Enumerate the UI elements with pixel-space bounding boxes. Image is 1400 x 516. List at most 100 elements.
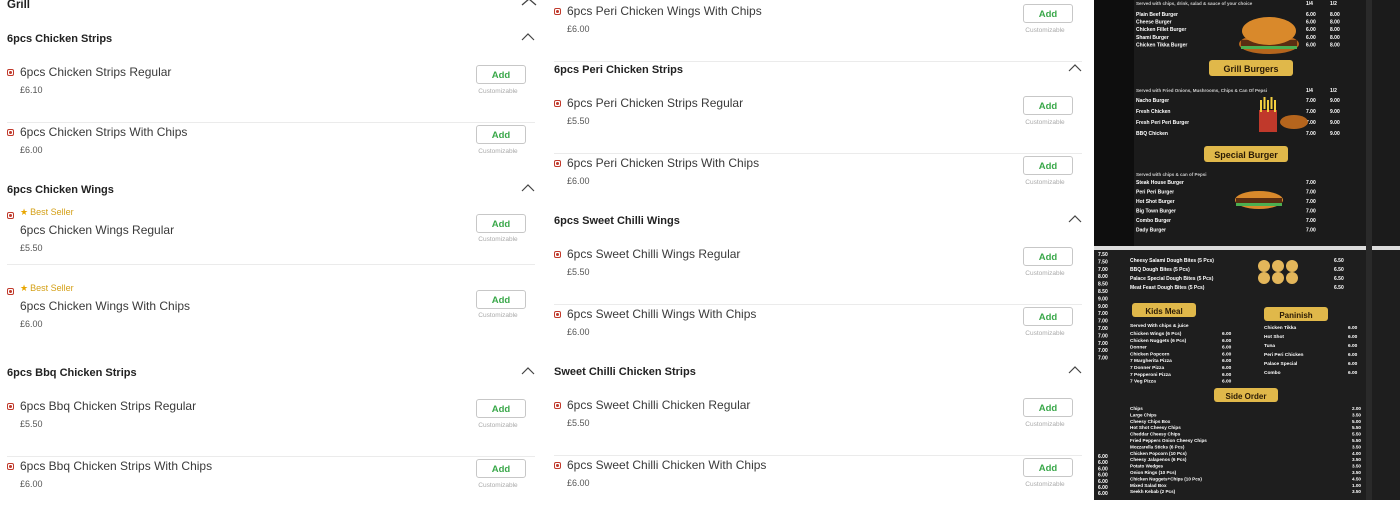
- menu-text: Hot Shot Burger: [1136, 199, 1175, 205]
- menu-text: 8.00: [1330, 42, 1340, 48]
- menu-text: 7.00: [1098, 267, 1108, 273]
- menu-text: 7.00: [1098, 319, 1108, 325]
- fries-image: [1270, 97, 1273, 109]
- menu-text: 7 Pepperoni Pizza: [1130, 372, 1171, 378]
- menu-text: Cheesy Jalapenos (6 Pcs): [1130, 457, 1187, 462]
- menu-item: 6pcs Sweet Chilli Chicken With Chips £6.0…: [554, 455, 1082, 515]
- menu-text: 7.00: [1098, 311, 1108, 317]
- add-button[interactable]: Add: [476, 125, 526, 144]
- chevron-up-icon[interactable]: [1068, 63, 1082, 72]
- dough-bites-image: [1286, 272, 1298, 284]
- customizable-label: Customizable: [478, 482, 518, 489]
- menu-text: Mixed Salad Box: [1130, 483, 1167, 488]
- section-header[interactable]: 6pcs Sweet Chilli Wings: [554, 213, 1082, 245]
- menu-text: 9.00: [1330, 98, 1340, 104]
- dough-bites-image: [1258, 272, 1270, 284]
- non-veg-indicator-icon: [7, 403, 14, 410]
- add-button[interactable]: Add: [1023, 307, 1073, 326]
- add-button[interactable]: Add: [476, 214, 526, 233]
- menu-text: Onion Rings (10 Pcs): [1130, 470, 1177, 475]
- add-button[interactable]: Add: [476, 65, 526, 84]
- menu-text: Chicken Popcorn (10 Pcs): [1130, 451, 1187, 456]
- menu-text: Chicken Wings (6 Pcs): [1130, 331, 1182, 337]
- menu-text: 3.50: [1352, 489, 1361, 494]
- customizable-label: Customizable: [1025, 119, 1065, 126]
- chevron-up-icon[interactable]: [521, 0, 537, 7]
- menu-text: 6.00: [1348, 334, 1358, 340]
- menu-text: Plain Beef Burger: [1136, 12, 1178, 18]
- menu-text: 6.00: [1222, 345, 1232, 351]
- chevron-up-icon[interactable]: [521, 32, 535, 41]
- menu-text: 5.50: [1352, 438, 1361, 443]
- add-button[interactable]: Add: [1023, 156, 1073, 175]
- non-veg-indicator-icon: [554, 100, 561, 107]
- dough-bites-image: [1272, 272, 1284, 284]
- add-button[interactable]: Add: [1023, 398, 1073, 417]
- customizable-label: Customizable: [478, 236, 518, 243]
- menu-text: 6.50: [1334, 267, 1344, 273]
- menu-text: Steak House Burger: [1136, 180, 1184, 186]
- section-title: 6pcs Chicken Strips: [7, 33, 113, 45]
- page-title: Grill: [7, 0, 31, 11]
- non-veg-indicator-icon: [554, 160, 561, 167]
- add-button[interactable]: Add: [476, 459, 526, 478]
- menu-text: Tuna: [1264, 343, 1275, 349]
- section-header[interactable]: 6pcs Peri Chicken Strips: [554, 62, 1082, 94]
- menu-text: 7.00: [1098, 326, 1108, 332]
- add-button[interactable]: Add: [1023, 4, 1073, 23]
- chevron-up-icon[interactable]: [521, 183, 535, 192]
- menu-text: 7.00: [1098, 341, 1108, 347]
- add-button[interactable]: Add: [1023, 247, 1073, 266]
- menu-banner-text: Side Order: [1226, 392, 1267, 401]
- menu-text: 6.00: [1348, 370, 1358, 376]
- menu-text: Chicken Nuggets+Chips (10 Pcs): [1130, 476, 1202, 481]
- section-header[interactable]: 6pcs Bbq Chicken Strips: [7, 365, 535, 397]
- menu-text: 4.50: [1352, 476, 1361, 481]
- menu-item: 6pcs Sweet Chilli Wings With Chips £6.00 A…: [554, 304, 1082, 364]
- section-header[interactable]: Sweet Chilli Chicken Strips: [554, 364, 1082, 396]
- menu-text: 8.00: [1330, 20, 1340, 26]
- menu-item: 6pcs Bbq Chicken Strips With Chips £6.00 A…: [7, 456, 535, 516]
- add-button[interactable]: Add: [1023, 458, 1073, 477]
- menu-text: Served with chips, drink, salad & sauce …: [1136, 1, 1253, 6]
- menu-text: 1/2: [1330, 1, 1337, 7]
- customizable-label: Customizable: [1025, 179, 1065, 186]
- item-name: 6pcs Sweet Chilli Wings With Chips: [567, 307, 757, 321]
- menu-text: 4.00: [1352, 451, 1361, 456]
- fries-image: [1267, 100, 1269, 112]
- menu-text: 6.00: [1348, 352, 1358, 358]
- chevron-up-icon[interactable]: [1068, 214, 1082, 223]
- menu-text: Chicken Tikka: [1264, 325, 1297, 331]
- item-price: £6.00: [567, 478, 590, 488]
- menu-text: 7.50: [1098, 252, 1108, 258]
- add-button[interactable]: Add: [476, 290, 526, 309]
- menu-text: Chicken Tikka Burger: [1136, 42, 1187, 48]
- section-title: 6pcs Peri Chicken Strips: [554, 64, 683, 76]
- non-veg-indicator-icon: [7, 463, 14, 470]
- menu-text: 7 Donner Pizza: [1130, 365, 1164, 371]
- menu-text: 6.00: [1098, 485, 1108, 491]
- non-veg-indicator-icon: [554, 8, 561, 15]
- menu-text: 3.50: [1352, 470, 1361, 475]
- menu-text: 1/4: [1306, 1, 1313, 7]
- chevron-up-icon[interactable]: [521, 366, 535, 375]
- photo-divider: [1094, 246, 1400, 250]
- menu-text: 7 Veg Pizza: [1130, 379, 1156, 385]
- menu-text: 5.50: [1352, 432, 1361, 437]
- section-header[interactable]: 6pcs Chicken Strips: [7, 31, 535, 63]
- star-icon: ★: [20, 283, 29, 293]
- menu-photo-fold: [1366, 0, 1372, 500]
- menu-item: ★ Best Seller 6pcs Chicken Wings With Chip…: [7, 280, 535, 340]
- best-seller-badge: ★ Best Seller: [20, 207, 74, 218]
- menu-text: Served with chips & can of Pepsi: [1136, 172, 1207, 177]
- fries-image: [1274, 100, 1276, 112]
- menu-banner-text: Paninish: [1279, 311, 1312, 320]
- menu-text: 6.00: [1222, 338, 1232, 344]
- menu-text: Big Town Burger: [1136, 209, 1176, 215]
- menu-text: 5.00: [1352, 419, 1361, 424]
- add-button[interactable]: Add: [476, 399, 526, 418]
- chevron-up-icon[interactable]: [1068, 365, 1082, 374]
- best-seller-badge: ★ Best Seller: [20, 283, 74, 294]
- add-button[interactable]: Add: [1023, 96, 1073, 115]
- menu-text: Chicken Nuggets (6 Pcs): [1130, 338, 1187, 344]
